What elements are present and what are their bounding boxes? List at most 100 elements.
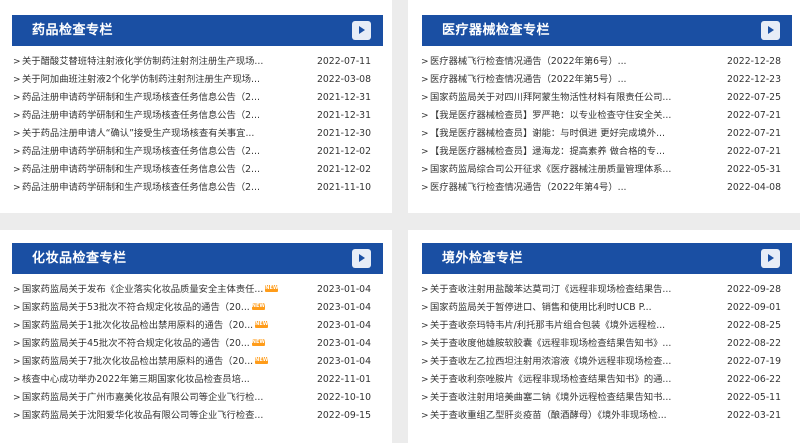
list-item[interactable]: > 国家药监局关于广州市嘉美化妆品有限公司等企业飞行检... 2022-10-10 xyxy=(13,389,385,407)
list-item[interactable]: > 国家药监局关于7批次化妆品检出禁用原料的通告（20... NEW 2023-01-… xyxy=(13,353,385,371)
news-title-link[interactable]: 国家药监局关于53批次不符合规定化妆品的通告（20... NEW xyxy=(22,299,287,317)
list-item[interactable]: > 国家药监局综合司公开征求《医疗器械注册质量管理体系... 2022-05-31 xyxy=(421,161,793,179)
list-item[interactable]: > 【我是医疗器械检查员】逯海龙：提高素养 做合格的专... 2022-07-21 xyxy=(421,143,793,161)
news-title-text: 药品注册申请药学研制和生产现场核查任务信息公告（2... xyxy=(22,110,260,121)
list-item[interactable]: > 国家药监局关于暂停进口、销售和使用比利时UCB P... 2022-09-01 xyxy=(421,299,793,317)
chevron-right-icon: > xyxy=(13,165,21,175)
news-list: > 国家药监局关于发布《企业落实化妆品质量安全主体责任... NEW 2023-01-… xyxy=(13,281,385,425)
news-title-link[interactable]: 医疗器械飞行检查情况通告（2022年第6号）... xyxy=(430,53,695,71)
news-title-link[interactable]: 关于药品注册申请人“确认”接受生产现场核查有关事宜... xyxy=(22,125,287,143)
news-date: 2023-01-04 xyxy=(316,302,371,313)
news-date: 2022-09-28 xyxy=(726,284,781,295)
news-title-text: 关于阿加曲班注射液2个化学仿制药注射剂注册生产现场... xyxy=(22,74,260,85)
news-title-link[interactable]: 关于查收重组乙型肝炎疫苗（酿酒酵母）《境外非现场检... xyxy=(430,407,695,425)
list-item[interactable]: > 关于查收重组乙型肝炎疫苗（酿酒酵母）《境外非现场检... 2022-03-21 xyxy=(421,407,793,425)
list-item[interactable]: > 药品注册申请药学研制和生产现场核查任务信息公告（2... 2021-11-10 xyxy=(13,179,385,197)
news-date: 2022-12-23 xyxy=(726,74,781,85)
panel-header: 境外检查专栏 xyxy=(422,243,792,274)
news-date: 2023-01-04 xyxy=(316,320,371,331)
list-item[interactable]: > 关于查收注射用盐酸苯达莫司汀《远程非现场检查结果告... 2022-09-28 xyxy=(421,281,793,299)
list-item[interactable]: > 关于药品注册申请人“确认”接受生产现场核查有关事宜... 2021-12-30 xyxy=(13,125,385,143)
list-item[interactable]: > 国家药监局关于发布《企业落实化妆品质量安全主体责任... NEW 2023-01-… xyxy=(13,281,385,299)
panel-drug-inspection: 药品检查专栏 > 关于醋酸艾替班特注射液化学仿制药注射剂注册生产现场... 2022… xyxy=(0,0,392,213)
news-title-link[interactable]: 关于阿加曲班注射液2个化学仿制药注射剂注册生产现场... xyxy=(22,71,287,89)
list-item[interactable]: > 关于查收利奈唑胺片《远程非现场检查结果告知书》的通... 2022-06-22 xyxy=(421,371,793,389)
list-item[interactable]: > 关于查收左乙拉西坦注射用浓溶液《境外远程非现场检查... 2022-07-19 xyxy=(421,353,793,371)
list-item[interactable]: > 【我是医疗器械检查员】谢能：与时俱进 更好完成境外... 2022-07-21 xyxy=(421,125,793,143)
more-arrow-icon[interactable] xyxy=(352,249,371,268)
news-date: 2022-04-08 xyxy=(726,182,781,193)
news-title-text: 关于查收注射用培美曲塞二钠《境外远程检查结果告知书... xyxy=(430,392,672,403)
chevron-right-icon: > xyxy=(421,303,429,313)
news-title-link[interactable]: 药品注册申请药学研制和生产现场核查任务信息公告（2... xyxy=(22,107,287,125)
news-title-link[interactable]: 国家药监局关于1批次化妆品检出禁用原料的通告（20... NEW xyxy=(22,317,287,335)
news-list: > 关于查收注射用盐酸苯达莫司汀《远程非现场检查结果告... 2022-09-28 >… xyxy=(421,281,793,425)
list-item[interactable]: > 国家药监局关于沈阳爱华化妆品有限公司等企业飞行检查... 2022-09-15 xyxy=(13,407,385,425)
news-title-link[interactable]: 国家药监局关于沈阳爱华化妆品有限公司等企业飞行检查... xyxy=(22,407,287,425)
chevron-right-icon: > xyxy=(421,357,429,367)
news-title-link[interactable]: 药品注册申请药学研制和生产现场核查任务信息公告（2... xyxy=(22,143,287,161)
news-title-link[interactable]: 医疗器械飞行检查情况通告（2022年第5号）... xyxy=(430,71,695,89)
news-title-text: 【我是医疗器械检查员】逯海龙：提高素养 做合格的专... xyxy=(430,146,665,157)
news-title-text: 【我是医疗器械检查员】罗严艳：以专业检查守住安全关... xyxy=(430,110,672,121)
list-item[interactable]: > 医疗器械飞行检查情况通告（2022年第4号）... 2022-04-08 xyxy=(421,179,793,197)
list-item[interactable]: > 国家药监局关于53批次不符合规定化妆品的通告（20... NEW 2023-01-… xyxy=(13,299,385,317)
news-title-link[interactable]: 关于查收度他雄胺软胶囊《远程非现场检查结果告知书》... xyxy=(430,335,695,353)
more-arrow-icon[interactable] xyxy=(761,249,780,268)
news-title-link[interactable]: 国家药监局关于发布《企业落实化妆品质量安全主体责任... NEW xyxy=(22,281,287,299)
news-title-link[interactable]: 关于查收注射用盐酸苯达莫司汀《远程非现场检查结果告... xyxy=(430,281,695,299)
list-item[interactable]: > 关于查收注射用培美曲塞二钠《境外远程检查结果告知书... 2022-05-11 xyxy=(421,389,793,407)
news-title-link[interactable]: 【我是医疗器械检查员】谢能：与时俱进 更好完成境外... xyxy=(430,125,695,143)
chevron-right-icon: > xyxy=(13,339,21,349)
news-date: 2021-12-31 xyxy=(316,92,371,103)
more-arrow-icon[interactable] xyxy=(352,21,371,40)
news-title-link[interactable]: 【我是医疗器械检查员】逯海龙：提高素养 做合格的专... xyxy=(430,143,695,161)
news-title-link[interactable]: 医疗器械飞行检查情况通告（2022年第4号）... xyxy=(430,179,695,197)
news-title-link[interactable]: 国家药监局关于对四川拜阿蒙生物活性材料有限责任公司... xyxy=(430,89,695,107)
news-title-link[interactable]: 药品注册申请药学研制和生产现场核查任务信息公告（2... xyxy=(22,161,287,179)
news-title-link[interactable]: 药品注册申请药学研制和生产现场核查任务信息公告（2... xyxy=(22,179,287,197)
list-item[interactable]: > 关于醋酸艾替班特注射液化学仿制药注射剂注册生产现场... 2022-07-11 xyxy=(13,53,385,71)
list-item[interactable]: > 药品注册申请药学研制和生产现场核查任务信息公告（2... 2021-12-02 xyxy=(13,143,385,161)
list-item[interactable]: > 药品注册申请药学研制和生产现场核查任务信息公告（2... 2021-12-02 xyxy=(13,161,385,179)
news-date: 2022-05-31 xyxy=(726,164,781,175)
news-title-text: 国家药监局关于暂停进口、销售和使用比利时UCB P... xyxy=(430,302,652,313)
news-title-link[interactable]: 关于查收利奈唑胺片《远程非现场检查结果告知书》的通... xyxy=(430,371,695,389)
panel-title: 药品检查专栏 xyxy=(32,23,114,38)
news-title-link[interactable]: 关于醋酸艾替班特注射液化学仿制药注射剂注册生产现场... xyxy=(22,53,287,71)
list-item[interactable]: > 药品注册申请药学研制和生产现场核查任务信息公告（2... 2021-12-31 xyxy=(13,107,385,125)
news-date: 2022-08-25 xyxy=(726,320,781,331)
news-title-text: 药品注册申请药学研制和生产现场核查任务信息公告（2... xyxy=(22,164,260,175)
list-item[interactable]: > 药品注册申请药学研制和生产现场核查任务信息公告（2... 2021-12-31 xyxy=(13,89,385,107)
news-title-link[interactable]: 关于查收注射用培美曲塞二钠《境外远程检查结果告知书... xyxy=(430,389,695,407)
news-title-link[interactable]: 国家药监局关于暂停进口、销售和使用比利时UCB P... xyxy=(430,299,695,317)
list-item[interactable]: > 医疗器械飞行检查情况通告（2022年第5号）... 2022-12-23 xyxy=(421,71,793,89)
list-item[interactable]: > 关于阿加曲班注射液2个化学仿制药注射剂注册生产现场... 2022-03-08 xyxy=(13,71,385,89)
news-title-link[interactable]: 核查中心成功举办2022年第三期国家化妆品检查员培... xyxy=(22,371,287,389)
chevron-right-icon: > xyxy=(13,357,21,367)
chevron-right-icon: > xyxy=(421,75,429,85)
news-title-link[interactable]: 【我是医疗器械检查员】罗严艳：以专业检查守住安全关... xyxy=(430,107,695,125)
list-item[interactable]: > 国家药监局关于45批次不符合规定化妆品的通告（20... NEW 2023-01-… xyxy=(13,335,385,353)
news-title-link[interactable]: 关于查收左乙拉西坦注射用浓溶液《境外远程非现场检查... xyxy=(430,353,695,371)
list-item[interactable]: > 关于查收奈玛特韦片/利托那韦片组合包装《境外远程检... 2022-08-25 xyxy=(421,317,793,335)
list-item[interactable]: > 核查中心成功举办2022年第三期国家化妆品检查员培... 2022-11-01 xyxy=(13,371,385,389)
list-item[interactable]: > 【我是医疗器械检查员】罗严艳：以专业检查守住安全关... 2022-07-21 xyxy=(421,107,793,125)
news-title-link[interactable]: 药品注册申请药学研制和生产现场核查任务信息公告（2... xyxy=(22,89,287,107)
news-title-text: 核查中心成功举办2022年第三期国家化妆品检查员培... xyxy=(22,374,250,385)
news-title-link[interactable]: 国家药监局综合司公开征求《医疗器械注册质量管理体系... xyxy=(430,161,695,179)
list-item[interactable]: > 国家药监局关于1批次化妆品检出禁用原料的通告（20... NEW 2023-01-… xyxy=(13,317,385,335)
news-title-link[interactable]: 国家药监局关于7批次化妆品检出禁用原料的通告（20... NEW xyxy=(22,353,287,371)
list-item[interactable]: > 医疗器械飞行检查情况通告（2022年第6号）... 2022-12-28 xyxy=(421,53,793,71)
list-item[interactable]: > 关于查收度他雄胺软胶囊《远程非现场检查结果告知书》... 2022-08-22 xyxy=(421,335,793,353)
list-item[interactable]: > 国家药监局关于对四川拜阿蒙生物活性材料有限责任公司... 2022-07-25 xyxy=(421,89,793,107)
news-title-link[interactable]: 国家药监局关于45批次不符合规定化妆品的通告（20... NEW xyxy=(22,335,287,353)
new-badge-icon: NEW xyxy=(255,357,269,364)
panel-title: 化妆品检查专栏 xyxy=(32,251,127,266)
news-title-link[interactable]: 关于查收奈玛特韦片/利托那韦片组合包装《境外远程检... xyxy=(430,317,695,335)
news-title-link[interactable]: 国家药监局关于广州市嘉美化妆品有限公司等企业飞行检... xyxy=(22,389,287,407)
news-title-text: 关于查收度他雄胺软胶囊《远程非现场检查结果告知书》... xyxy=(430,338,672,349)
news-title-text: 关于查收注射用盐酸苯达莫司汀《远程非现场检查结果告... xyxy=(430,284,672,295)
more-arrow-icon[interactable] xyxy=(761,21,780,40)
news-date: 2022-03-08 xyxy=(316,74,371,85)
